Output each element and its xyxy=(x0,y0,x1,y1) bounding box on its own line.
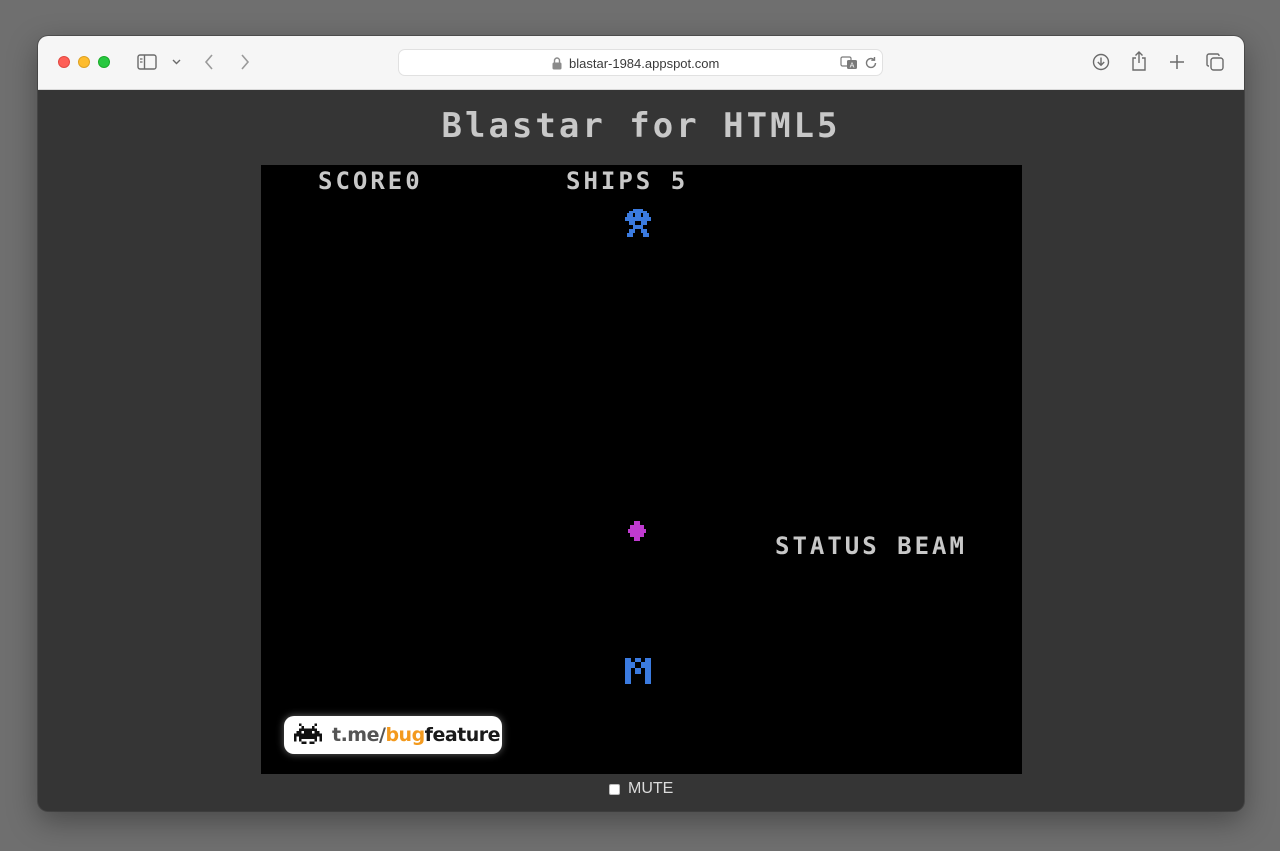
reload-icon[interactable] xyxy=(863,55,879,71)
sidebar-icon[interactable] xyxy=(136,52,158,72)
game-canvas[interactable]: SCORE0 SHIPS 5 STATUS BEAM t.me/bugfeatu… xyxy=(261,165,1022,774)
ships-value: 5 xyxy=(670,167,689,195)
watermark-accent: bug xyxy=(385,724,425,746)
download-icon[interactable] xyxy=(1091,52,1111,72)
url-text: blastar-1984.appspot.com xyxy=(569,56,720,71)
mute-control[interactable]: MUTE xyxy=(609,779,673,799)
page-content: Blastar for HTML5 SCORE0 SHIPS 5 STATUS … xyxy=(38,90,1244,811)
browser-window: blastar-1984.appspot.com A Blastar for H… xyxy=(38,36,1244,811)
ships-label: SHIPS xyxy=(566,167,654,195)
translate-icon[interactable]: A xyxy=(840,55,858,71)
enemy-ship xyxy=(625,209,651,237)
browser-toolbar: blastar-1984.appspot.com A xyxy=(38,36,1244,90)
mute-label: MUTE xyxy=(628,780,674,797)
score-label: SCORE xyxy=(318,167,406,195)
status-beam-projectile xyxy=(628,521,646,541)
ships-display: SHIPS 5 xyxy=(566,167,688,195)
watermark-badge[interactable]: t.me/bugfeature xyxy=(284,716,502,754)
svg-text:A: A xyxy=(850,62,855,70)
minimize-window-button[interactable] xyxy=(78,56,90,68)
watermark-prefix: t.me/ xyxy=(332,724,386,746)
mute-checkbox[interactable] xyxy=(609,783,620,795)
player-ship xyxy=(625,658,651,684)
watermark-suffix: feature xyxy=(424,724,501,746)
watermark-text: t.me/bugfeature xyxy=(332,724,501,746)
close-window-button[interactable] xyxy=(58,56,70,68)
share-icon[interactable] xyxy=(1129,50,1149,72)
zoom-window-button[interactable] xyxy=(98,56,110,68)
back-icon[interactable] xyxy=(201,52,217,72)
space-invader-icon xyxy=(294,723,322,747)
address-bar[interactable]: blastar-1984.appspot.com A xyxy=(398,49,883,76)
status-text: STATUS BEAM xyxy=(775,532,967,560)
forward-icon[interactable] xyxy=(237,52,253,72)
lock-icon xyxy=(551,56,563,70)
new-tab-icon[interactable] xyxy=(1167,52,1187,72)
chevron-down-icon[interactable] xyxy=(170,56,182,68)
score-value: 0 xyxy=(405,167,423,195)
tabs-overview-icon[interactable] xyxy=(1205,52,1225,72)
page-title: Blastar for HTML5 xyxy=(441,106,841,146)
score-display: SCORE0 xyxy=(318,167,423,195)
